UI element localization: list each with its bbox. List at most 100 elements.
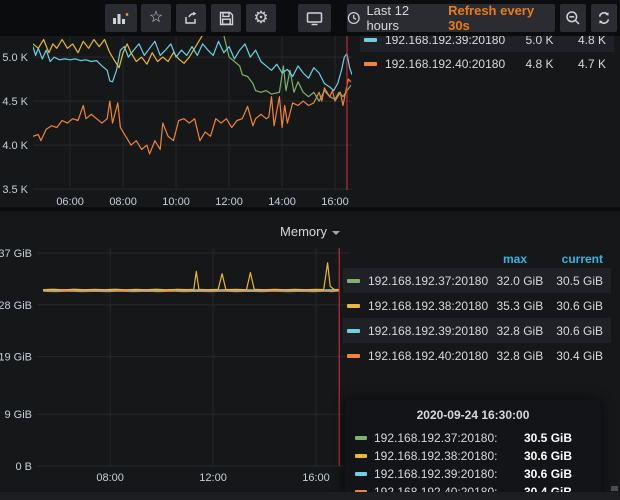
memory-graph[interactable]: 08:00 12:00 16:00 37 GiB 28 GiB 19 GiB 9 GiB 0 … bbox=[0, 211, 360, 492]
y-axis-tick-label: 9 GiB bbox=[4, 409, 32, 421]
legend-row[interactable]: 192.168.192.40:20180 32.8 GiB 30.4 GiB bbox=[343, 343, 611, 368]
tooltip-series-name: 192.168.192.38:20180: bbox=[374, 449, 524, 463]
tooltip-row: 192.168.192.37:20180: 30.5 GiB bbox=[355, 429, 591, 447]
y-axis-tick-label: 28 GiB bbox=[0, 300, 32, 312]
star-icon: ☆ bbox=[149, 10, 163, 26]
x-axis-tick-label: 14:00 bbox=[268, 196, 296, 207]
series-current-value: 30.6 GiB bbox=[543, 299, 603, 313]
x-axis-tick-label: 12:00 bbox=[215, 196, 243, 207]
legend-row[interactable]: 192.168.192.38:20180 35.3 GiB 30.6 GiB bbox=[343, 293, 611, 318]
tv-mode-button[interactable] bbox=[298, 4, 331, 32]
series-max-value: 32.8 GiB bbox=[488, 349, 543, 363]
tooltip-series-value: 30.6 GiB bbox=[524, 467, 572, 481]
save-button[interactable] bbox=[211, 4, 241, 32]
x-axis-tick-label: 12:00 bbox=[199, 472, 227, 484]
legend-row[interactable]: 192.168.192.39:20180 32.8 GiB 30.6 GiB bbox=[343, 318, 611, 343]
top-graph[interactable]: 06:0008:0010:0012:0014:0016:005.0 K4.5 K… bbox=[0, 36, 360, 207]
y-axis-tick-label: 19 GiB bbox=[0, 352, 32, 364]
series-max-value: 32.8 GiB bbox=[488, 324, 543, 338]
series-color-marker bbox=[347, 329, 360, 333]
refresh-icon bbox=[596, 10, 612, 26]
legend-row[interactable]: 192.168.192.39:20180 5.0 K 4.8 K bbox=[360, 36, 614, 52]
series-color-marker bbox=[347, 354, 360, 358]
series-color-marker bbox=[355, 454, 367, 458]
y-axis-tick-label: 3.5 K bbox=[2, 184, 28, 196]
x-axis-tick-label: 16:00 bbox=[321, 196, 349, 207]
series-max-value: 4.8 K bbox=[505, 57, 553, 71]
refresh-button[interactable] bbox=[591, 4, 617, 32]
legend-header-current[interactable]: current bbox=[527, 252, 603, 266]
memory-panel: Memory 08:0012:0016:0037 GiB28 GiB19 GiB… bbox=[0, 211, 620, 492]
series-current-value: 30.5 GiB bbox=[543, 274, 603, 288]
zoom-out-icon bbox=[565, 10, 581, 26]
y-axis-tick-label: 37 GiB bbox=[0, 248, 32, 260]
x-axis-tick-label: 10:00 bbox=[162, 196, 190, 207]
series-color-marker bbox=[347, 279, 360, 283]
series-name[interactable]: 192.168.192.38:20180 bbox=[368, 299, 488, 313]
legend-row[interactable]: 192.168.192.37:20180 32.0 GiB 30.5 GiB bbox=[343, 268, 611, 293]
tooltip-timestamp: 2020-09-24 16:30:00 bbox=[355, 408, 591, 422]
series-line bbox=[33, 79, 351, 154]
series-current-value: 30.4 GiB bbox=[543, 349, 603, 363]
series-name[interactable]: 192.168.192.37:20180 bbox=[368, 274, 488, 288]
series-name[interactable]: 192.168.192.40:20180 bbox=[385, 57, 505, 71]
grafana-dashboard: ☆ ⚙ bbox=[0, 0, 620, 500]
time-range-button[interactable]: Last 12 hours Refresh every 30s bbox=[347, 4, 555, 32]
series-color-marker bbox=[364, 38, 377, 42]
settings-button[interactable]: ⚙ bbox=[246, 4, 276, 32]
tooltip-row: 192.168.192.39:20180: 30.6 GiB bbox=[355, 465, 591, 483]
zoom-out-button[interactable] bbox=[560, 4, 586, 32]
tooltip-series-name: 192.168.192.40:20180: bbox=[374, 485, 524, 492]
tooltip-series-value: 30.4 GiB bbox=[524, 485, 572, 492]
dashboard-toolbar: ☆ ⚙ bbox=[0, 0, 620, 36]
top-graph-panel: 06:0008:0010:0012:0014:0016:005.0 K4.5 K… bbox=[0, 36, 620, 207]
tooltip-row: 192.168.192.40:20180: 30.4 GiB bbox=[355, 483, 591, 492]
series-max-value: 5.0 K bbox=[505, 36, 553, 47]
memory-legend: max current 192.168.192.37:20180 32.0 Gi… bbox=[343, 250, 611, 368]
x-axis-tick-label: 06:00 bbox=[56, 196, 84, 207]
series-color-marker bbox=[347, 304, 360, 308]
series-max-value: 35.3 GiB bbox=[488, 299, 543, 313]
y-axis-tick-label: 4.0 K bbox=[2, 140, 28, 152]
monitor-icon bbox=[306, 11, 323, 26]
series-current-value: 4.7 K bbox=[553, 57, 606, 71]
series-line bbox=[43, 291, 339, 292]
time-range-label: Last 12 hours bbox=[366, 3, 442, 33]
share-icon bbox=[183, 10, 199, 26]
refresh-interval-label: Refresh every 30s bbox=[448, 3, 555, 33]
legend-header: max current bbox=[343, 250, 611, 268]
series-line bbox=[33, 36, 351, 68]
star-button[interactable]: ☆ bbox=[141, 4, 171, 32]
series-color-marker bbox=[364, 62, 377, 66]
tooltip-series-name: 192.168.192.37:20180: bbox=[374, 431, 524, 445]
series-name[interactable]: 192.168.192.39:20180 bbox=[385, 36, 505, 47]
graph-tooltip: 2020-09-24 16:30:00 192.168.192.37:20180… bbox=[345, 400, 601, 492]
gear-icon: ⚙ bbox=[253, 10, 268, 26]
x-axis-tick-label: 08:00 bbox=[109, 196, 137, 207]
add-panel-button[interactable] bbox=[105, 4, 137, 32]
top-graph-legend: 192.168.192.39:20180 5.0 K 4.8 K 192.168… bbox=[360, 36, 614, 76]
x-axis-tick-label: 08:00 bbox=[96, 472, 124, 484]
series-name[interactable]: 192.168.192.39:20180 bbox=[368, 324, 488, 338]
share-button[interactable] bbox=[176, 4, 206, 32]
y-axis-tick-label: 5.0 K bbox=[2, 52, 28, 64]
tooltip-series-value: 30.5 GiB bbox=[524, 431, 572, 445]
legend-row[interactable]: 192.168.192.40:20180 4.8 K 4.7 K bbox=[360, 52, 614, 76]
clock-icon bbox=[347, 11, 360, 25]
series-name[interactable]: 192.168.192.40:20180 bbox=[368, 349, 488, 363]
save-icon bbox=[219, 11, 234, 26]
x-axis-tick-label: 16:00 bbox=[302, 472, 330, 484]
legend-header-max[interactable]: max bbox=[457, 252, 527, 266]
series-current-value: 30.6 GiB bbox=[543, 324, 603, 338]
series-line bbox=[43, 263, 339, 290]
series-current-value: 4.8 K bbox=[553, 36, 606, 47]
series-line bbox=[33, 41, 352, 90]
series-color-marker bbox=[355, 472, 367, 476]
series-color-marker bbox=[355, 436, 367, 440]
tooltip-series-name: 192.168.192.39:20180: bbox=[374, 467, 524, 481]
page-background-strip bbox=[0, 492, 620, 500]
bar-chart-plus-icon bbox=[112, 10, 130, 26]
y-axis-tick-label: 0 B bbox=[15, 461, 32, 473]
scrollbar-corner bbox=[611, 486, 618, 491]
tooltip-series-value: 30.6 GiB bbox=[524, 449, 572, 463]
